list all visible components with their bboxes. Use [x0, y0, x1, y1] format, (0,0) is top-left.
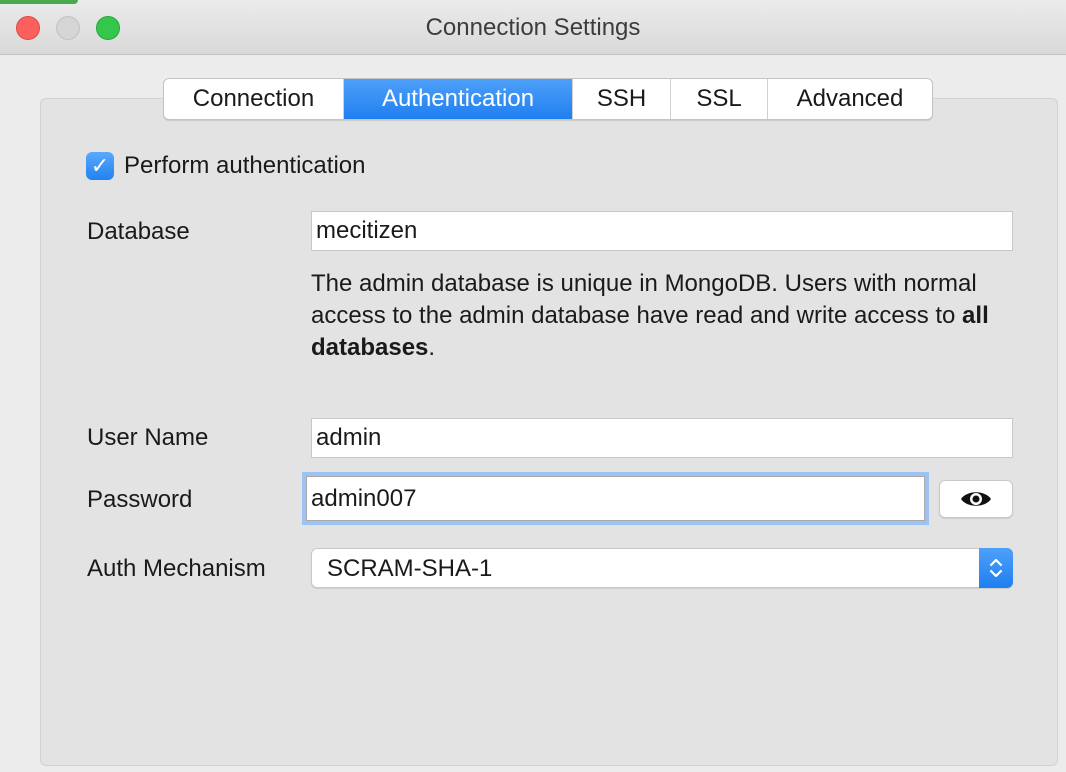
auth-mechanism-value: SCRAM-SHA-1 [327, 555, 493, 582]
database-field[interactable] [311, 211, 1013, 251]
tab-authentication[interactable]: Authentication [344, 79, 573, 119]
database-help-text: The admin database is unique in MongoDB.… [311, 270, 989, 361]
perform-authentication-label[interactable]: Perform authentication [124, 152, 365, 180]
auth-mechanism-select[interactable]: SCRAM-SHA-1 [311, 548, 1013, 588]
window-title: Connection Settings [425, 14, 641, 41]
perform-authentication-checkbox[interactable]: ✓ [86, 152, 114, 180]
checkmark-icon: ✓ [90, 153, 110, 178]
title-bar: Connection Settings [0, 0, 1066, 55]
eye-icon [961, 492, 991, 506]
auth-mechanism-label: Auth Mechanism [87, 555, 266, 582]
tab-bar: Connection Authentication SSH SSL Advanc… [163, 78, 933, 120]
tab-advanced[interactable]: Advanced [768, 79, 932, 119]
username-field[interactable] [311, 418, 1013, 458]
chevron-up-down-icon [979, 548, 1013, 588]
accent-strip [0, 0, 78, 4]
tab-ssh[interactable]: SSH [573, 79, 671, 119]
tab-ssl[interactable]: SSL [671, 79, 768, 119]
password-label: Password [87, 486, 193, 513]
show-password-button[interactable] [939, 480, 1013, 518]
database-label: Database [87, 218, 190, 245]
username-label: User Name [87, 424, 209, 451]
password-field[interactable] [306, 476, 925, 521]
tab-connection[interactable]: Connection [164, 79, 344, 119]
